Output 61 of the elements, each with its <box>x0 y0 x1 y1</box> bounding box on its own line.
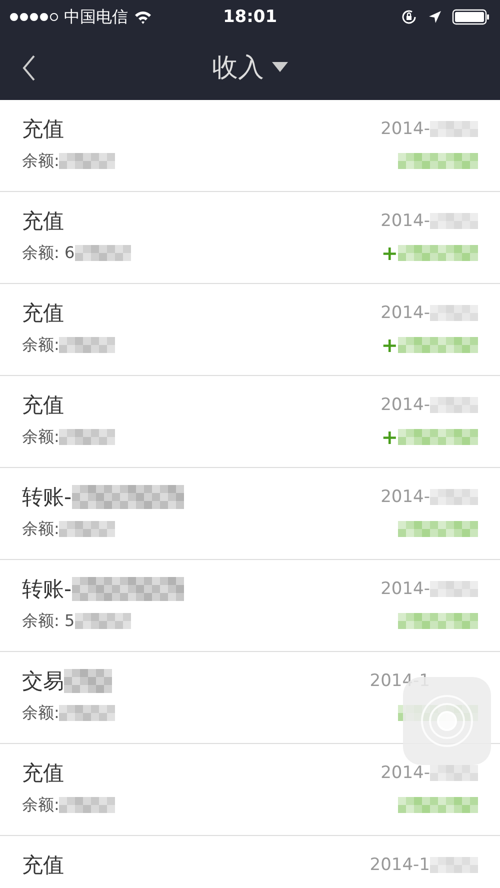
pixelated-drawing <box>430 489 478 505</box>
balance-label: 余额: <box>22 702 60 724</box>
pixelated-drawing <box>430 857 478 873</box>
signal-icon <box>10 13 58 21</box>
pixelated-drawing <box>59 429 116 445</box>
amount-sign: + <box>381 425 398 449</box>
record-date: 2014- <box>380 395 430 415</box>
record-title: 充值 <box>22 852 64 879</box>
pixelated-drawing <box>430 121 478 137</box>
pixelated-drawing <box>74 245 131 261</box>
record-row[interactable]: 充值 余额: 2014- + <box>0 376 500 468</box>
record-title: 充值 <box>22 760 64 787</box>
page-title[interactable]: 收入 <box>212 50 264 84</box>
record-title: 充值 <box>22 116 64 143</box>
battery-icon <box>452 9 490 25</box>
record-title: 充值 <box>22 208 64 235</box>
record-title: 转账- <box>22 484 72 511</box>
record-date: 2014- <box>380 763 430 783</box>
pixelated-drawing <box>59 705 116 721</box>
record-date: 2014- <box>380 211 430 231</box>
record-date: 2014- <box>380 303 430 323</box>
pixelated-drawing <box>430 305 478 321</box>
balance-label: 余额: <box>22 518 60 540</box>
balance-label: 余额: <box>22 794 60 816</box>
balance-label: 余额: <box>22 150 60 172</box>
pixelated-drawing <box>59 797 116 813</box>
pixelated-drawing <box>59 521 116 537</box>
record-row[interactable]: 转账- 余额: 2014- <box>0 468 500 560</box>
record-date: 2014- <box>380 579 430 599</box>
amount-sign: + <box>381 241 398 265</box>
balance-label: 余额: <box>22 334 60 356</box>
pixelated-drawing <box>430 213 478 229</box>
pixelated-drawing <box>430 397 478 413</box>
balance-label: 余额: 5 <box>22 610 75 632</box>
carrier-name: 中国电信 <box>64 6 128 28</box>
record-date: 2014-1 <box>370 671 430 691</box>
record-title: 充值 <box>22 300 64 327</box>
balance-label: 余额: <box>22 426 60 448</box>
wifi-icon <box>134 10 152 24</box>
record-title: 交易 <box>22 668 64 695</box>
rotation-lock-icon <box>400 8 418 26</box>
record-row[interactable]: 充值 余额: 2014- + <box>0 284 500 376</box>
record-row[interactable]: 充值 余额: 6 2014- + <box>0 192 500 284</box>
pixelated-drawing <box>59 337 116 353</box>
pixelated-drawing <box>59 153 116 169</box>
caret-icon[interactable] <box>272 61 288 73</box>
location-arrow-icon <box>428 10 442 24</box>
record-date: 2014-1 <box>370 855 430 875</box>
record-row[interactable]: 充值 余额: 2014- <box>0 100 500 192</box>
pixelated-drawing <box>74 613 131 629</box>
record-title: 转账- <box>22 576 72 603</box>
pixelated-drawing <box>430 581 478 597</box>
pixelated-drawing <box>430 765 478 781</box>
amount-sign: + <box>381 333 398 357</box>
record-row[interactable]: 转账- 余额: 5 2014- <box>0 560 500 652</box>
balance-label: 余额: 6 <box>22 242 75 264</box>
clock-time: 18:01 <box>222 7 278 27</box>
record-date: 2014- <box>380 487 430 507</box>
record-row[interactable]: 充值 2014-1 <box>0 836 500 888</box>
record-title: 充值 <box>22 392 64 419</box>
record-date: 2014- <box>380 119 430 139</box>
